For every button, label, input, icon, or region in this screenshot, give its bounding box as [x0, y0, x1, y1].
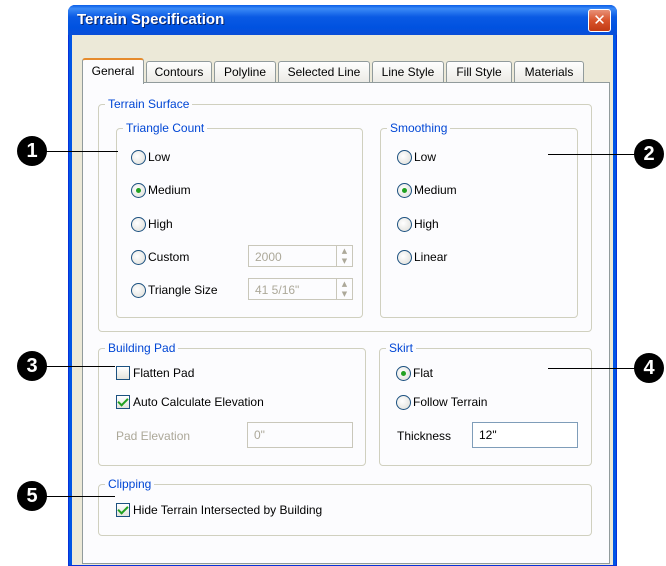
- radio-label: Low: [148, 150, 171, 164]
- radio-label: Triangle Size: [148, 283, 218, 297]
- thickness-label: Thickness: [397, 429, 452, 443]
- stepper-down-icon[interactable]: ▼: [337, 289, 352, 299]
- checkbox[interactable]: [116, 395, 130, 409]
- radio-label: Medium: [148, 183, 191, 197]
- callout-3-marker: 3: [17, 351, 47, 381]
- clipping-label: Clipping: [105, 477, 155, 491]
- custom-count-stepper[interactable]: 2000 ▲ ▼: [248, 245, 353, 267]
- radio-label: Medium: [414, 183, 457, 197]
- radio-button[interactable]: [396, 395, 411, 410]
- radio-label: Flat: [413, 366, 434, 380]
- stepper-up-icon[interactable]: ▲: [337, 246, 352, 256]
- callout-4-line: [548, 368, 648, 369]
- tab-fill-style[interactable]: Fill Style: [446, 61, 512, 82]
- radio-button[interactable]: [397, 150, 412, 165]
- close-button[interactable]: ✕: [588, 9, 611, 32]
- callout-2-marker: 2: [634, 139, 664, 169]
- radio-button[interactable]: [131, 217, 146, 232]
- callout-5-marker: 5: [17, 481, 47, 511]
- radio-button[interactable]: [396, 366, 411, 381]
- general-tab-panel: Terrain Surface Triangle Count Low Mediu…: [82, 82, 610, 564]
- clipping-group: Clipping Hide Terrain Intersected by Bui…: [98, 477, 592, 536]
- title-bar[interactable]: Terrain Specification ✕: [68, 5, 617, 35]
- terrain-surface-group: Terrain Surface Triangle Count Low Mediu…: [98, 97, 592, 332]
- skirt-label: Skirt: [386, 341, 416, 355]
- radio-button[interactable]: [131, 250, 146, 265]
- radio-button[interactable]: [397, 250, 412, 265]
- radio-button[interactable]: [131, 283, 146, 298]
- pad-elevation-field[interactable]: 0": [247, 422, 353, 448]
- tab-selected-line[interactable]: Selected Line: [278, 61, 370, 82]
- skirt-group: Skirt Flat Follow Terrain Thickness 12": [379, 341, 592, 466]
- triangle-count-group: Triangle Count Low Medium High Custom 20…: [116, 121, 363, 318]
- radio-label: High: [148, 217, 173, 231]
- radio-label: Low: [414, 150, 437, 164]
- radio-label: High: [414, 217, 439, 231]
- dialog-title: Terrain Specification: [77, 11, 225, 28]
- tab-contours[interactable]: Contours: [146, 61, 212, 82]
- radio-label: Custom: [148, 250, 190, 264]
- radio-button[interactable]: [397, 183, 412, 198]
- smoothing-group: Smoothing Low Medium High Linear: [380, 121, 578, 318]
- building-pad-group: Building Pad Flatten Pad Auto Calculate …: [98, 341, 366, 466]
- triangle-size-value: 41 5/16": [255, 283, 300, 297]
- radio-label: Follow Terrain: [413, 395, 488, 409]
- tab-general[interactable]: General: [82, 58, 144, 84]
- stepper-up-icon[interactable]: ▲: [337, 279, 352, 289]
- custom-count-value: 2000: [255, 250, 282, 264]
- tab-polyline[interactable]: Polyline: [214, 61, 276, 82]
- radio-button[interactable]: [131, 150, 146, 165]
- terrain-surface-label: Terrain Surface: [105, 97, 193, 111]
- radio-button[interactable]: [131, 183, 146, 198]
- checkbox-label: Auto Calculate Elevation: [133, 395, 264, 409]
- radio-label: Linear: [414, 250, 448, 264]
- checkbox[interactable]: [116, 366, 130, 380]
- smoothing-label: Smoothing: [387, 121, 451, 135]
- tab-line-style[interactable]: Line Style: [372, 61, 444, 82]
- triangle-size-stepper[interactable]: 41 5/16" ▲ ▼: [248, 278, 353, 300]
- thickness-field[interactable]: 12": [472, 422, 578, 448]
- triangle-count-label: Triangle Count: [123, 121, 208, 135]
- stepper-arrows[interactable]: ▲ ▼: [336, 246, 352, 266]
- checkbox[interactable]: [116, 503, 130, 517]
- tab-materials[interactable]: Materials: [514, 61, 584, 82]
- callout-1-marker: 1: [17, 136, 47, 166]
- callout-4-marker: 4: [634, 353, 664, 383]
- checkbox-label: Flatten Pad: [133, 366, 195, 380]
- dialog-window: Terrain Specification ✕ General Contours…: [68, 5, 617, 566]
- radio-button[interactable]: [397, 217, 412, 232]
- stepper-arrows[interactable]: ▲ ▼: [336, 279, 352, 299]
- callout-2-line: [548, 154, 648, 155]
- checkbox-label: Hide Terrain Intersected by Building: [133, 503, 323, 517]
- close-icon: ✕: [593, 11, 606, 29]
- stepper-down-icon[interactable]: ▼: [337, 256, 352, 266]
- pad-elevation-label: Pad Elevation: [116, 429, 191, 443]
- building-pad-label: Building Pad: [105, 341, 179, 355]
- dialog-body: General Contours Polyline Selected Line …: [72, 35, 613, 565]
- tab-strip: General Contours Polyline Selected Line …: [82, 58, 602, 84]
